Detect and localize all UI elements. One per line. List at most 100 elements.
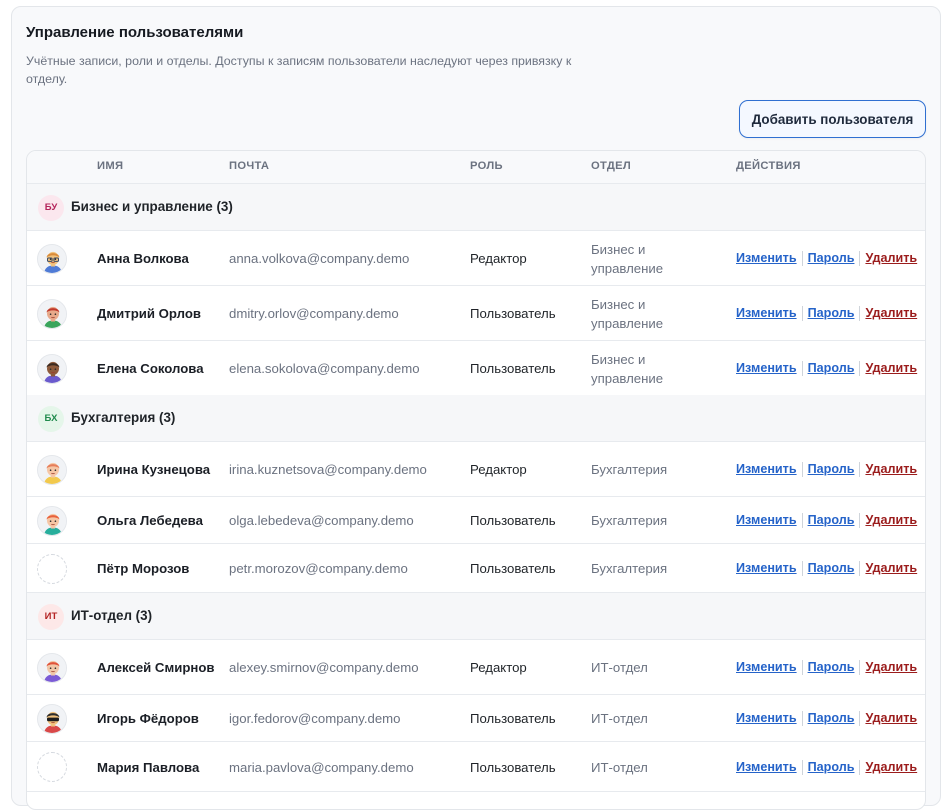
reset-password-link[interactable]: Пароль bbox=[808, 658, 855, 677]
reset-password-link[interactable]: Пароль bbox=[808, 460, 855, 479]
action-separator bbox=[801, 251, 803, 266]
edit-user-link[interactable]: Изменить bbox=[736, 559, 797, 578]
action-separator bbox=[859, 561, 861, 576]
action-separator bbox=[801, 561, 803, 576]
delete-user-link[interactable]: Удалить bbox=[865, 658, 917, 677]
user-department-text: Бизнес и управление bbox=[591, 241, 664, 276]
user-name-text: Ольга Лебедева bbox=[97, 513, 203, 528]
user-department: Бизнес и управление bbox=[591, 286, 721, 341]
reset-password-link[interactable]: Пароль bbox=[808, 304, 855, 323]
delete-user-link[interactable]: Удалить bbox=[865, 304, 917, 323]
delete-user-link[interactable]: Удалить bbox=[865, 249, 917, 268]
department-group-row: БХ Бухгалтерия (3) bbox=[27, 395, 925, 442]
department-group-row: БУ Бизнес и управление (3) bbox=[27, 184, 925, 231]
user-email-text: olga.lebedeva@company.demo bbox=[229, 513, 414, 528]
avatar-alexey bbox=[37, 652, 67, 683]
user-role: Пользователь bbox=[470, 695, 585, 742]
department-group-label: Бизнес и управление (3) bbox=[71, 198, 233, 214]
reset-password-link[interactable]: Пароль bbox=[808, 758, 855, 777]
user-name-text: Мария Павлова bbox=[97, 759, 200, 775]
action-separator bbox=[859, 660, 861, 675]
user-department-text: ИТ-отдел bbox=[591, 711, 648, 726]
reset-password-link[interactable]: Пароль bbox=[808, 511, 855, 530]
user-email-text: petr.morozov@company.demo bbox=[229, 561, 408, 576]
avatar-empty bbox=[37, 752, 67, 782]
user-role: Пользователь bbox=[470, 544, 585, 593]
user-email-text: alexey.smirnov@company.demo bbox=[229, 660, 419, 675]
edit-user-link[interactable]: Изменить bbox=[736, 658, 797, 677]
user-role: Редактор bbox=[470, 231, 585, 286]
user-role-text: Пользователь bbox=[470, 759, 556, 775]
user-role-text: Пользователь bbox=[470, 361, 556, 376]
user-role-text: Редактор bbox=[470, 251, 527, 266]
user-email: irina.kuznetsova@company.demo bbox=[229, 442, 464, 497]
user-department: Бухгалтерия bbox=[591, 544, 721, 593]
reset-password-link[interactable]: Пароль bbox=[808, 249, 855, 268]
row-actions: Изменить Пароль Удалить bbox=[736, 341, 925, 396]
user-name: Пётр Морозов bbox=[97, 544, 222, 593]
user-email-text: elena.sokolova@company.demo bbox=[229, 361, 420, 376]
action-separator bbox=[801, 361, 803, 376]
table-row: Ирина Кузнецова irina.kuznetsova@company.… bbox=[27, 442, 925, 497]
user-role: Пользователь bbox=[470, 286, 585, 341]
edit-user-link[interactable]: Изменить bbox=[736, 709, 797, 728]
user-name: Мария Павлова bbox=[97, 742, 222, 792]
user-name: Алексей Смирнов bbox=[97, 640, 222, 695]
action-separator bbox=[801, 306, 803, 321]
table-row: Анна Волкова anna.volkova@company.demo Ред… bbox=[27, 231, 925, 286]
user-department: Бухгалтерия bbox=[591, 442, 721, 497]
table-row: Алексей Смирнов alexey.smirnov@company.de… bbox=[27, 640, 925, 695]
user-department: ИТ-отдел bbox=[591, 742, 721, 792]
table-header: ИМЯ ПОЧТА РОЛЬ ОТДЕЛ ДЕЙСТВИЯ bbox=[27, 151, 925, 184]
user-email: dmitry.orlov@company.demo bbox=[229, 286, 464, 341]
action-separator bbox=[859, 251, 861, 266]
user-role: Редактор bbox=[470, 640, 585, 695]
add-user-button[interactable]: Добавить пользователя bbox=[739, 100, 926, 138]
department-group-label: Бухгалтерия (3) bbox=[71, 409, 176, 425]
avatar-igor bbox=[37, 703, 67, 734]
action-separator bbox=[859, 711, 861, 726]
action-separator bbox=[801, 660, 803, 675]
edit-user-link[interactable]: Изменить bbox=[736, 758, 797, 777]
users-table: ИМЯ ПОЧТА РОЛЬ ОТДЕЛ ДЕЙСТВИЯ БУ Бизнес и… bbox=[26, 150, 926, 810]
delete-user-link[interactable]: Удалить bbox=[865, 559, 917, 578]
user-email: alexey.smirnov@company.demo bbox=[229, 640, 464, 695]
edit-user-link[interactable]: Изменить bbox=[736, 304, 797, 323]
edit-user-link[interactable]: Изменить bbox=[736, 359, 797, 378]
user-name: Игорь Фёдоров bbox=[97, 695, 222, 742]
column-header-name: ИМЯ bbox=[97, 160, 124, 172]
avatar-olga bbox=[37, 505, 67, 536]
reset-password-link[interactable]: Пароль bbox=[808, 359, 855, 378]
row-actions: Изменить Пароль Удалить bbox=[736, 442, 925, 497]
user-department: ИТ-отдел bbox=[591, 640, 721, 695]
delete-user-link[interactable]: Удалить bbox=[865, 758, 917, 777]
reset-password-link[interactable]: Пароль bbox=[808, 559, 855, 578]
user-role-text: Пользователь bbox=[470, 306, 556, 321]
user-role-text: Пользователь bbox=[470, 561, 556, 576]
department-badge: БХ bbox=[38, 405, 64, 432]
delete-user-link[interactable]: Удалить bbox=[865, 709, 917, 728]
delete-user-link[interactable]: Удалить bbox=[865, 511, 917, 530]
edit-user-link[interactable]: Изменить bbox=[736, 460, 797, 479]
action-separator bbox=[801, 462, 803, 477]
user-name: Ольга Лебедева bbox=[97, 497, 222, 544]
row-actions: Изменить Пароль Удалить bbox=[736, 286, 925, 341]
reset-password-link[interactable]: Пароль bbox=[808, 709, 855, 728]
edit-user-link[interactable]: Изменить bbox=[736, 249, 797, 268]
edit-user-link[interactable]: Изменить bbox=[736, 511, 797, 530]
user-name-text: Пётр Морозов bbox=[97, 561, 190, 576]
user-department-text: ИТ-отдел bbox=[591, 660, 648, 675]
user-name-text: Игорь Фёдоров bbox=[97, 711, 199, 726]
user-role-text: Редактор bbox=[470, 462, 527, 477]
user-name-text: Алексей Смирнов bbox=[97, 660, 215, 675]
delete-user-link[interactable]: Удалить bbox=[865, 359, 917, 378]
page-subtitle: Учётные записи, роли и отделы. Доступы к… bbox=[26, 54, 572, 86]
avatar-empty bbox=[37, 553, 67, 584]
user-department: Бизнес и управление bbox=[591, 231, 721, 286]
table-row: Игорь Фёдоров igor.fedorov@company.demo По… bbox=[27, 695, 925, 742]
delete-user-link[interactable]: Удалить bbox=[865, 460, 917, 479]
user-department-text: Бухгалтерия bbox=[591, 462, 668, 477]
user-role: Пользователь bbox=[470, 497, 585, 544]
column-header-email: ПОЧТА bbox=[229, 160, 270, 172]
user-role: Редактор bbox=[470, 442, 585, 497]
